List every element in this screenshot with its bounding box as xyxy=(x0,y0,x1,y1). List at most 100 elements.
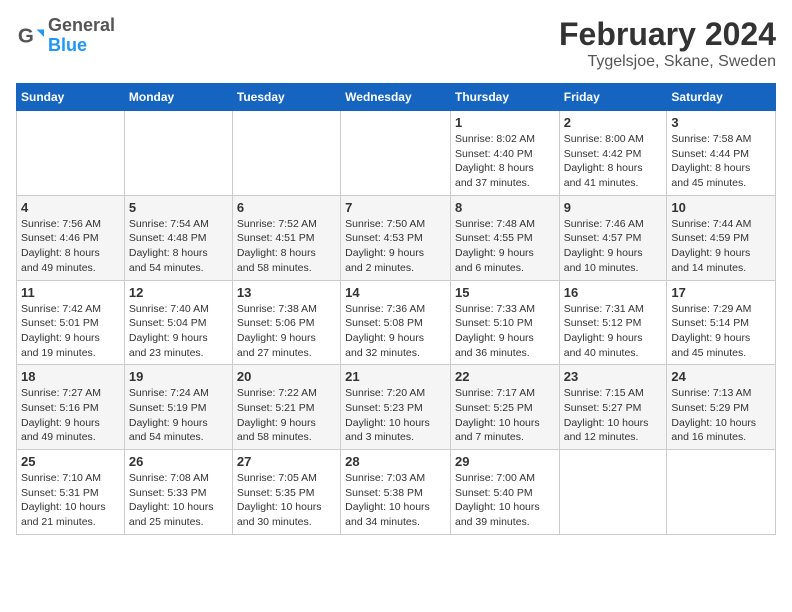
day-number: 18 xyxy=(21,369,120,384)
calendar-cell: 20 Sunrise: 7:22 AM Sunset: 5:21 PM Dayli… xyxy=(232,365,340,450)
calendar-cell: 10Sunrise: 7:44 AM Sunset: 4:59 PM Dayli… xyxy=(667,195,776,280)
day-number: 21 xyxy=(345,369,446,384)
calendar-cell xyxy=(17,111,125,196)
day-detail: Sunrise: 7:31 AM Sunset: 5:12 PM Dayligh… xyxy=(564,302,663,361)
day-number: 11 xyxy=(21,285,120,300)
calendar-week-5: 25 Sunrise: 7:10 AM Sunset: 5:31 PM Dayli… xyxy=(17,450,776,535)
day-detail: Sunrise: 7:15 AM Sunset: 5:27 PM Dayligh… xyxy=(564,386,663,445)
calendar-cell: 26Sunrise: 7:08 AM Sunset: 5:33 PM Dayli… xyxy=(124,450,232,535)
day-number: 7 xyxy=(345,200,446,215)
day-number: 28 xyxy=(345,454,446,469)
day-detail: Sunrise: 7:42 AM Sunset: 5:01 PM Dayligh… xyxy=(21,302,120,361)
day-number: 14 xyxy=(345,285,446,300)
day-number: 13 xyxy=(237,285,336,300)
calendar-cell: 5 Sunrise: 7:54 AM Sunset: 4:48 PM Daylig… xyxy=(124,195,232,280)
calendar-cell: 7 Sunrise: 7:50 AM Sunset: 4:53 PM Daylig… xyxy=(341,195,451,280)
logo-text: General Blue xyxy=(48,16,115,56)
day-detail: Sunrise: 8:00 AM Sunset: 4:42 PM Dayligh… xyxy=(564,132,663,191)
calendar-cell: 6 Sunrise: 7:52 AM Sunset: 4:51 PM Daylig… xyxy=(232,195,340,280)
day-detail: Sunrise: 7:38 AM Sunset: 5:06 PM Dayligh… xyxy=(237,302,336,361)
title-area: February 2024 Tygelsjoe, Skane, Sweden xyxy=(559,16,776,71)
day-detail: Sunrise: 7:44 AM Sunset: 4:59 PM Dayligh… xyxy=(671,217,771,276)
calendar-cell: 16 Sunrise: 7:31 AM Sunset: 5:12 PM Dayli… xyxy=(559,280,667,365)
day-detail: Sunrise: 7:36 AM Sunset: 5:08 PM Dayligh… xyxy=(345,302,446,361)
day-number: 23 xyxy=(564,369,663,384)
calendar-cell: 2 Sunrise: 8:00 AM Sunset: 4:42 PM Daylig… xyxy=(559,111,667,196)
day-number: 3 xyxy=(671,115,771,130)
calendar-cell: 14 Sunrise: 7:36 AM Sunset: 5:08 PM Dayli… xyxy=(341,280,451,365)
calendar-cell: 23 Sunrise: 7:15 AM Sunset: 5:27 PM Dayli… xyxy=(559,365,667,450)
column-header-tuesday: Tuesday xyxy=(232,84,340,111)
calendar-cell: 9 Sunrise: 7:46 AM Sunset: 4:57 PM Daylig… xyxy=(559,195,667,280)
calendar-cell: 25 Sunrise: 7:10 AM Sunset: 5:31 PM Dayli… xyxy=(17,450,125,535)
calendar-cell xyxy=(559,450,667,535)
day-detail: Sunrise: 7:46 AM Sunset: 4:57 PM Dayligh… xyxy=(564,217,663,276)
day-number: 19 xyxy=(129,369,228,384)
calendar-cell: 12Sunrise: 7:40 AM Sunset: 5:04 PM Dayli… xyxy=(124,280,232,365)
day-detail: Sunrise: 7:54 AM Sunset: 4:48 PM Dayligh… xyxy=(129,217,228,276)
calendar-cell: 17 Sunrise: 7:29 AM Sunset: 5:14 PM Dayli… xyxy=(667,280,776,365)
day-number: 9 xyxy=(564,200,663,215)
page-header: G General Blue February 2024 Tygelsjoe, … xyxy=(16,16,776,71)
day-number: 27 xyxy=(237,454,336,469)
day-number: 25 xyxy=(21,454,120,469)
day-detail: Sunrise: 8:02 AM Sunset: 4:40 PM Dayligh… xyxy=(455,132,555,191)
day-number: 8 xyxy=(455,200,555,215)
day-number: 26 xyxy=(129,454,228,469)
calendar-cell: 28 Sunrise: 7:03 AM Sunset: 5:38 PM Dayli… xyxy=(341,450,451,535)
calendar-cell: 8 Sunrise: 7:48 AM Sunset: 4:55 PM Daylig… xyxy=(450,195,559,280)
calendar-body: 1 Sunrise: 8:02 AM Sunset: 4:40 PM Daylig… xyxy=(17,111,776,535)
column-header-friday: Friday xyxy=(559,84,667,111)
column-header-thursday: Thursday xyxy=(450,84,559,111)
calendar-cell: 29Sunrise: 7:00 AM Sunset: 5:40 PM Dayli… xyxy=(450,450,559,535)
day-detail: Sunrise: 7:58 AM Sunset: 4:44 PM Dayligh… xyxy=(671,132,771,191)
calendar-header-row: SundayMondayTuesdayWednesdayThursdayFrid… xyxy=(17,84,776,111)
day-number: 2 xyxy=(564,115,663,130)
calendar-cell xyxy=(667,450,776,535)
calendar-cell xyxy=(232,111,340,196)
calendar-cell: 13 Sunrise: 7:38 AM Sunset: 5:06 PM Dayli… xyxy=(232,280,340,365)
day-number: 5 xyxy=(129,200,228,215)
day-number: 22 xyxy=(455,369,555,384)
day-number: 17 xyxy=(671,285,771,300)
day-detail: Sunrise: 7:03 AM Sunset: 5:38 PM Dayligh… xyxy=(345,471,446,530)
calendar-cell xyxy=(341,111,451,196)
day-detail: Sunrise: 7:50 AM Sunset: 4:53 PM Dayligh… xyxy=(345,217,446,276)
calendar-cell: 3 Sunrise: 7:58 AM Sunset: 4:44 PM Daylig… xyxy=(667,111,776,196)
logo: G General Blue xyxy=(16,16,115,56)
day-number: 6 xyxy=(237,200,336,215)
column-header-monday: Monday xyxy=(124,84,232,111)
day-number: 16 xyxy=(564,285,663,300)
day-number: 1 xyxy=(455,115,555,130)
calendar-cell: 18 Sunrise: 7:27 AM Sunset: 5:16 PM Dayli… xyxy=(17,365,125,450)
calendar-cell: 4 Sunrise: 7:56 AM Sunset: 4:46 PM Daylig… xyxy=(17,195,125,280)
day-detail: Sunrise: 7:10 AM Sunset: 5:31 PM Dayligh… xyxy=(21,471,120,530)
day-detail: Sunrise: 7:27 AM Sunset: 5:16 PM Dayligh… xyxy=(21,386,120,445)
day-number: 15 xyxy=(455,285,555,300)
calendar-cell: 24Sunrise: 7:13 AM Sunset: 5:29 PM Dayli… xyxy=(667,365,776,450)
day-detail: Sunrise: 7:29 AM Sunset: 5:14 PM Dayligh… xyxy=(671,302,771,361)
day-number: 4 xyxy=(21,200,120,215)
day-detail: Sunrise: 7:13 AM Sunset: 5:29 PM Dayligh… xyxy=(671,386,771,445)
day-detail: Sunrise: 7:56 AM Sunset: 4:46 PM Dayligh… xyxy=(21,217,120,276)
month-title: February 2024 xyxy=(559,16,776,53)
calendar-week-4: 18 Sunrise: 7:27 AM Sunset: 5:16 PM Dayli… xyxy=(17,365,776,450)
calendar-cell xyxy=(124,111,232,196)
calendar-cell: 11 Sunrise: 7:42 AM Sunset: 5:01 PM Dayli… xyxy=(17,280,125,365)
day-detail: Sunrise: 7:24 AM Sunset: 5:19 PM Dayligh… xyxy=(129,386,228,445)
calendar-table: SundayMondayTuesdayWednesdayThursdayFrid… xyxy=(16,83,776,535)
calendar-cell: 22Sunrise: 7:17 AM Sunset: 5:25 PM Dayli… xyxy=(450,365,559,450)
day-detail: Sunrise: 7:48 AM Sunset: 4:55 PM Dayligh… xyxy=(455,217,555,276)
day-detail: Sunrise: 7:05 AM Sunset: 5:35 PM Dayligh… xyxy=(237,471,336,530)
day-number: 29 xyxy=(455,454,555,469)
calendar-week-3: 11 Sunrise: 7:42 AM Sunset: 5:01 PM Dayli… xyxy=(17,280,776,365)
day-detail: Sunrise: 7:22 AM Sunset: 5:21 PM Dayligh… xyxy=(237,386,336,445)
location-title: Tygelsjoe, Skane, Sweden xyxy=(559,53,776,71)
day-detail: Sunrise: 7:33 AM Sunset: 5:10 PM Dayligh… xyxy=(455,302,555,361)
logo-line1: General xyxy=(48,16,115,36)
column-header-wednesday: Wednesday xyxy=(341,84,451,111)
calendar-week-1: 1 Sunrise: 8:02 AM Sunset: 4:40 PM Daylig… xyxy=(17,111,776,196)
day-number: 20 xyxy=(237,369,336,384)
calendar-cell: 15 Sunrise: 7:33 AM Sunset: 5:10 PM Dayli… xyxy=(450,280,559,365)
day-detail: Sunrise: 7:52 AM Sunset: 4:51 PM Dayligh… xyxy=(237,217,336,276)
